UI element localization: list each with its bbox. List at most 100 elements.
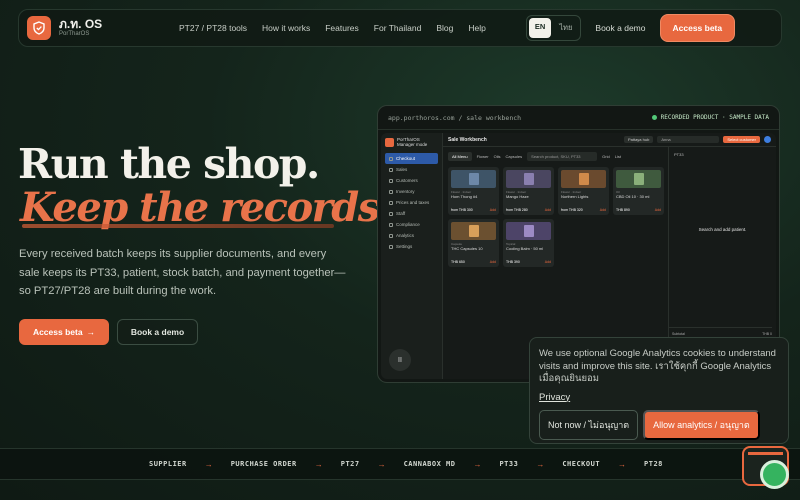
app-filters: All Menu Flower Oils Capsules Search pro… [448, 152, 663, 161]
product-jar-icon [523, 173, 534, 185]
product-card: Flower · Indoor Northern Lights from THB 3… [558, 167, 609, 215]
filter-capsules: Capsules [505, 154, 523, 159]
hero-book-demo-button[interactable]: Book a demo [117, 319, 198, 345]
arrow-right-icon: → [86, 327, 96, 337]
arrow-right-icon: → [204, 459, 213, 469]
preview-badge: RECORDED PRODUCT · SAMPLE DATA [651, 114, 769, 121]
sales-icon [389, 167, 393, 172]
product-add: Add [489, 208, 496, 212]
product-image [451, 170, 496, 188]
hero-description: Every received batch keeps its supplier … [19, 248, 346, 297]
cookie-accept-button[interactable]: Allow analytics / อนุญาต [643, 409, 760, 440]
preview-badge-text: RECORDED PRODUCT · SAMPLE DATA [660, 114, 769, 121]
product-name: Hom Thong #4 [451, 194, 478, 199]
product-card: Topical Cooling Balm · 50 ml THB 390 Add [503, 219, 554, 267]
inventory-icon [389, 189, 393, 194]
product-grid: Flower · Indoor Hom Thong #4 from THB 300 A… [448, 167, 664, 267]
product-jar-icon [523, 225, 534, 237]
workflow-strip: SUPPLIER → PURCHASE ORDER → PT27 → CANNA… [0, 448, 800, 480]
compliance-icon [389, 222, 393, 227]
app-sidebar-item-customers: Customers [385, 175, 438, 186]
app-sidebar-item-prices: Prices and taxes [385, 197, 438, 208]
app-sidebar-item-staff: Staff [385, 208, 438, 219]
checkout-icon [389, 156, 393, 161]
product-price: from THB 280 [506, 208, 528, 212]
product-add: Add [544, 260, 551, 264]
nav-link-pt-tools[interactable]: PT27 / PT28 tools [179, 23, 247, 33]
product-image [561, 170, 606, 188]
flow-step-pt27: PT27 [340, 460, 360, 468]
app-brand-sub: Manager mode [397, 142, 428, 147]
app-sidebar-label: Analytics [396, 233, 415, 238]
cookie-text: We use optional Google Analytics cookies… [539, 348, 776, 384]
nav-links: PT27 / PT28 tools How it works Features … [179, 23, 486, 33]
prices-icon [389, 200, 393, 205]
status-dot-icon [651, 115, 657, 120]
nav-book-demo-link[interactable]: Book a demo [595, 23, 645, 33]
lang-en-button[interactable]: EN [528, 18, 552, 38]
preview-titlebar: app.porthoros.com / sale workbench RECOR… [378, 106, 779, 130]
staff-icon [389, 211, 393, 216]
cookie-reject-button[interactable]: Not now / ไม่อนุญาต [539, 409, 639, 440]
product-add: Add [544, 208, 551, 212]
pause-video-button[interactable]: II [389, 349, 411, 371]
product-add: Add [654, 208, 661, 212]
cookie-consent-banner: We use optional Google Analytics cookies… [529, 337, 789, 444]
product-search: Search product, SKU, PT33 [527, 152, 598, 161]
app-sidebar-label: Inventory [396, 189, 415, 194]
app-sidebar-item-sales: Sales [385, 164, 438, 175]
nav-link-for-thailand[interactable]: For Thailand [374, 23, 422, 33]
app-title: Sale Workbench [448, 136, 487, 143]
product-jar-icon [578, 173, 589, 185]
product-card: Oil CBD Oil 10 · 30 ml THB 890 Add [613, 167, 664, 215]
nav-link-features[interactable]: Features [325, 23, 359, 33]
flow-step-pt33: PT33 [499, 460, 519, 468]
arrow-right-icon: → [618, 459, 627, 469]
nav-access-beta-button[interactable]: Access beta [659, 14, 736, 42]
app-sidebar-label: Checkout [396, 156, 416, 161]
brand-subtitle: PorTharOS [59, 31, 90, 37]
hero-access-beta-label: Access beta [32, 327, 83, 337]
product-jar-icon [468, 173, 479, 185]
flow-step-pt28: PT28 [644, 460, 663, 468]
totals-value: THB 0 [762, 332, 772, 336]
product-image [506, 222, 551, 240]
app-select-customer: Select customer [723, 136, 760, 143]
product-add: Add [599, 208, 606, 212]
app-topbar: Sale Workbench Pattaya hub Anna Select c… [443, 133, 776, 147]
product-name: THC Capsules 10 [451, 246, 483, 251]
preview-url: app.porthoros.com / sale workbench [388, 113, 522, 122]
product-name: CBD Oil 10 · 30 ml [616, 194, 650, 199]
nav-link-help[interactable]: Help [468, 23, 485, 33]
chat-widget-button[interactable] [742, 446, 789, 489]
hero-access-beta-button[interactable]: Access beta → [19, 319, 109, 345]
flow-step-purchase-order: PURCHASE ORDER [230, 460, 297, 468]
product-card: Capsule THC Capsules 10 THB 650 Add [448, 219, 499, 267]
totals-label: Subtotal [672, 332, 685, 336]
product-image [616, 170, 661, 188]
patient-empty-message: Search and add patient. [698, 227, 747, 232]
product-add: Add [489, 260, 496, 264]
shield-logo-icon [27, 16, 51, 40]
lang-th-button[interactable]: ไทย [553, 18, 578, 38]
settings-icon [389, 244, 393, 249]
app-user-avatar [764, 136, 771, 143]
language-switch: EN ไทย [525, 15, 582, 41]
nav-link-blog[interactable]: Blog [436, 23, 453, 33]
app-sidebar-label: Customers [396, 178, 418, 183]
app-sidebar-item-compliance: Compliance [385, 219, 438, 230]
product-jar-icon [468, 225, 479, 237]
app-sidebar-item-settings: Settings [385, 241, 438, 252]
filter-all: All Menu [448, 152, 472, 161]
app-location-pill: Pattaya hub [623, 136, 654, 143]
product-jar-icon [633, 173, 644, 185]
brand[interactable]: ภ.ท. OS PorTharOS [27, 16, 167, 40]
brand-name: ภ.ท. OS [59, 17, 103, 31]
app-logo: PorTharOS Manager mode [385, 137, 438, 147]
app-sidebar: PorTharOS Manager mode Checkout Sales Cus… [381, 133, 443, 379]
product-name: Northern Lights [561, 194, 589, 199]
cookie-privacy-link[interactable]: Privacy [539, 392, 779, 403]
nav-link-how-it-works[interactable]: How it works [262, 23, 310, 33]
top-navbar: ภ.ท. OS PorTharOS PT27 / PT28 tools How … [18, 9, 782, 47]
patient-label: PT33 [674, 152, 684, 157]
